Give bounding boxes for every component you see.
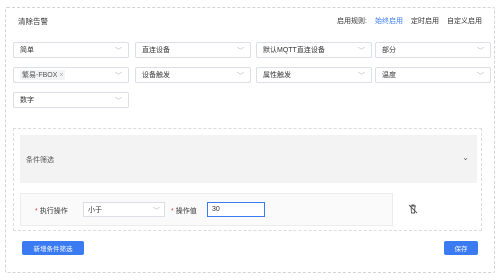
alarm-clear-card: 清除告警 启用规则: 始终启用 定时启用 自定义启用 简单 ﹀ 直连设备 ﹀ 默…: [5, 7, 495, 273]
required-mark: *: [35, 208, 38, 215]
product-select[interactable]: 默认MQTT直连设备 ﹀: [256, 42, 372, 58]
data-type-select[interactable]: 数字 ﹀: [13, 92, 129, 108]
enable-rules: 启用规则: 始终启用 定时启用 自定义启用: [337, 16, 482, 26]
data-type-select-value: 数字: [20, 97, 34, 104]
property-select[interactable]: 温度 ﹀: [375, 67, 491, 83]
operation-value-input[interactable]: [207, 202, 265, 217]
save-button[interactable]: 保存: [444, 241, 478, 255]
selected-device-tag-label: 繁易-FBOX: [22, 72, 58, 79]
rule-always-enable[interactable]: 始终启用: [375, 16, 403, 26]
trigger-type-select-value: 设备触发: [142, 72, 170, 79]
chevron-down-icon: ﹀: [477, 73, 484, 80]
chevron-down-icon: ﹀: [477, 48, 484, 55]
card-header: 清除告警 启用规则: 始终启用 定时启用 自定义启用: [6, 8, 494, 34]
operation-select-value: 小于: [88, 206, 102, 214]
product-select-value: 默认MQTT直连设备: [263, 47, 325, 54]
device-select[interactable]: 繁易-FBOX × ﹀: [13, 67, 129, 83]
scope-select[interactable]: 部分 ﹀: [375, 42, 491, 58]
device-type-select-value: 直连设备: [142, 47, 170, 54]
rule-custom-enable[interactable]: 自定义启用: [447, 16, 482, 26]
chevron-down-icon: ﹀: [237, 73, 244, 80]
trigger-method-select-value: 属性触发: [263, 72, 291, 79]
device-type-select[interactable]: 直连设备 ﹀: [135, 42, 251, 58]
operation-label-text: 执行操作: [39, 208, 68, 215]
close-icon[interactable]: ×: [59, 72, 63, 79]
chevron-down-icon: ﹀: [358, 48, 365, 55]
chevron-down-icon[interactable]: ⌄: [462, 153, 469, 162]
chevron-down-icon: ﹀: [153, 208, 160, 215]
selected-device-tag: 繁易-FBOX ×: [20, 70, 66, 80]
trash-icon[interactable]: [407, 203, 419, 215]
trigger-method-select[interactable]: 属性触发 ﹀: [256, 67, 372, 83]
rules-label: 启用规则:: [337, 18, 367, 25]
required-mark: *: [171, 208, 174, 215]
chevron-down-icon: ﹀: [358, 73, 365, 80]
chevron-down-icon: ﹀: [115, 98, 122, 105]
value-label: * 操作值: [171, 206, 197, 216]
scope-select-value: 部分: [382, 47, 396, 54]
condition-filter-title: 条件筛选: [26, 157, 54, 164]
chevron-down-icon: ﹀: [115, 73, 122, 80]
trigger-type-select[interactable]: 设备触发 ﹀: [135, 67, 251, 83]
card-title: 清除告警: [18, 17, 48, 26]
operation-label: * 执行操作: [35, 206, 68, 216]
chevron-down-icon: ﹀: [115, 48, 122, 55]
mode-select-value: 简单: [20, 47, 34, 54]
operation-select[interactable]: 小于 ﹀: [83, 202, 165, 217]
condition-filter-panel: 条件筛选 ⌄ * 执行操作 小于 ﹀ * 操作值: [13, 128, 482, 231]
mode-select[interactable]: 简单 ﹀: [13, 42, 129, 58]
add-condition-button[interactable]: 新增条件筛选: [22, 241, 84, 255]
rule-scheduled-enable[interactable]: 定时启用: [411, 16, 439, 26]
condition-filter-header[interactable]: 条件筛选 ⌄: [20, 135, 477, 183]
property-select-value: 温度: [382, 72, 396, 79]
chevron-down-icon: ﹀: [237, 48, 244, 55]
condition-row: * 执行操作 小于 ﹀ * 操作值: [20, 193, 393, 226]
value-label-text: 操作值: [175, 208, 197, 215]
